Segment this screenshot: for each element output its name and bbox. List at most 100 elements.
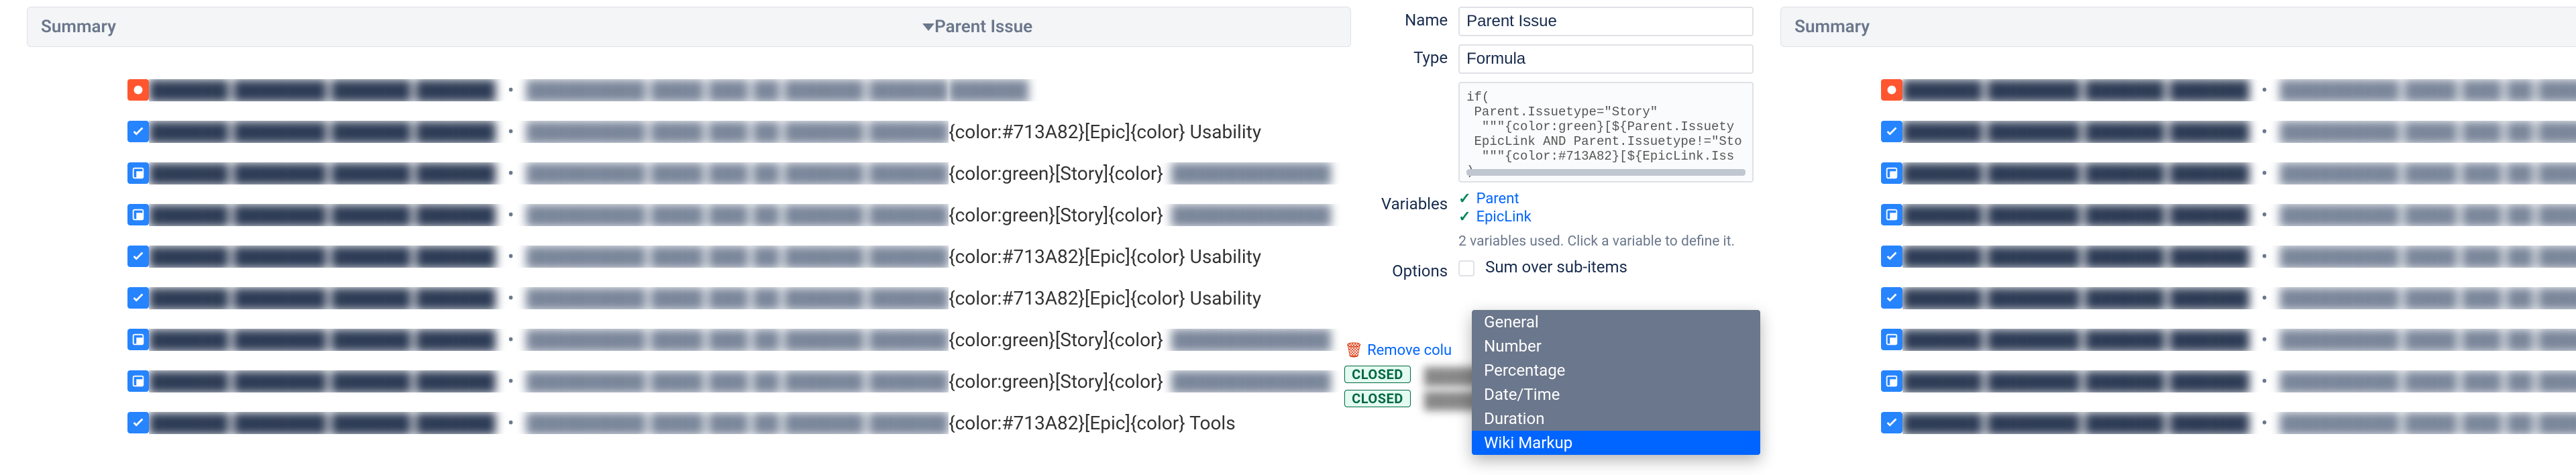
dropdown-option[interactable]: Date/Time — [1472, 382, 1760, 407]
table-row[interactable]: ██████ ███████ ██████ ██████•█████████ █… — [127, 407, 1351, 439]
options-label: Options — [1378, 258, 1458, 280]
task-icon — [127, 287, 149, 309]
variables-label: Variables — [1378, 191, 1458, 213]
sub-icon — [127, 204, 149, 225]
issue-link[interactable]: ██████ ███████ ██████ ██████ — [149, 329, 496, 351]
table-row[interactable]: ██████ ███████ ██████ ██████•█████████ █… — [1881, 323, 2576, 356]
issue-link[interactable]: ██████ ███████ ██████ ██████ — [1902, 412, 2249, 434]
issue-link[interactable]: ██████ ███████ ██████ ██████ — [1902, 329, 2249, 351]
parent-value: {color:green}[Story]{color} — [949, 204, 1163, 226]
formula-editor[interactable]: if( Parent.Issuetype="Story" """{color:g… — [1458, 82, 1754, 182]
check-icon: ✓ — [1458, 191, 1470, 207]
header-parent[interactable]: Parent Issue — [934, 17, 1337, 37]
parent-value: {color:green}[Story]{color} — [949, 162, 1163, 184]
issue-title: █████████ ████ ███ ██ ██████ ██████ — [2279, 162, 2576, 184]
dropdown-option[interactable]: Number — [1472, 334, 1760, 358]
issue-link[interactable]: ██████ ███████ ██████ ██████ — [149, 162, 496, 184]
table-row[interactable]: ██████ ███████ ██████ ██████•█████████ █… — [1881, 407, 2576, 439]
issue-link[interactable]: ██████ ███████ ██████ ██████ — [149, 204, 496, 226]
check-icon: ✓ — [1458, 209, 1470, 225]
table-header: Summary Parent Issue — [1780, 7, 2576, 47]
format-dropdown[interactable]: GeneralNumberPercentageDate/TimeDuration… — [1472, 310, 1760, 455]
dropdown-option[interactable]: Percentage — [1472, 358, 1760, 382]
table-row[interactable]: ██████ ███████ ██████ ██████•█████████ █… — [127, 74, 1351, 106]
header-summary[interactable]: Summary — [41, 17, 934, 37]
sub-icon — [1881, 329, 1902, 350]
task-icon — [1881, 287, 1902, 309]
table-row[interactable]: ██████ ███████ ██████ ██████•█████████ █… — [127, 199, 1351, 231]
dropdown-option[interactable]: Wiki Markup — [1472, 431, 1760, 455]
issue-link[interactable]: ██████ ███████ ██████ ██████ — [1902, 370, 2249, 392]
sub-icon — [127, 370, 149, 392]
issue-title: █████████ ████ ███ ██ ██████ ██████ — [526, 370, 949, 392]
dropdown-option[interactable]: General — [1472, 310, 1760, 334]
issue-title: █████████ ████ ███ ██ ██████ ██████ — [2279, 329, 2576, 351]
issue-link[interactable]: ██████ ███████ ██████ ██████ — [149, 412, 496, 434]
sub-icon — [1881, 162, 1902, 184]
issue-title: █████████ ████ ███ ██ ██████ ██████ — [2279, 287, 2576, 309]
sum-checkbox-row[interactable]: Sum over sub-items — [1458, 258, 1754, 276]
name-label: Name — [1378, 7, 1458, 30]
issue-title: █████████ ████ ███ ██ ██████ ██████ — [526, 204, 949, 226]
table-row[interactable]: ██████ ███████ ██████ ██████•█████████ █… — [127, 157, 1351, 189]
task-icon — [1881, 412, 1902, 433]
issue-link[interactable]: ██████ ███████ ██████ ██████ — [1902, 287, 2249, 309]
issue-title: █████████ ████ ███ ██ ██████ ██████ — [2279, 246, 2576, 268]
table-row[interactable]: ██████ ███████ ██████ ██████•█████████ █… — [127, 365, 1351, 397]
issue-link[interactable]: ██████ ███████ ██████ ██████ — [1902, 121, 2249, 143]
type-label: Type — [1378, 44, 1458, 67]
issue-title: █████████ ████ ███ ██ ██████ ██████ — [526, 412, 949, 434]
issue-link[interactable]: ██████ ███████ ██████ ██████ — [149, 79, 496, 101]
variables-hint: 2 variables used. Click a variable to de… — [1458, 233, 1754, 250]
table-row[interactable]: ██████ ███████ ██████ ██████•█████████ █… — [1881, 365, 2576, 397]
table-row[interactable]: ██████ ███████ ██████ ██████•█████████ █… — [1881, 115, 2576, 148]
table-row[interactable]: ██████ ███████ ██████ ██████•█████████ █… — [127, 323, 1351, 356]
issue-link[interactable]: ██████ ███████ ██████ ██████ — [1902, 246, 2249, 268]
variable-item[interactable]: ✓Parent — [1458, 191, 1754, 207]
bug-icon — [1881, 79, 1902, 101]
sub-icon — [1881, 204, 1902, 225]
issue-title: █████████ ████ ███ ██ ██████ ██████ — [2279, 121, 2576, 143]
status-badge: CLOSED — [1344, 366, 1411, 383]
table-left: Summary Parent Issue ██████ ███████ ████… — [27, 7, 1351, 468]
table-row[interactable]: ██████ ███████ ██████ ██████•█████████ █… — [1881, 157, 2576, 189]
table-row[interactable]: ██████ ███████ ██████ ██████•█████████ █… — [1881, 240, 2576, 272]
table-row[interactable]: ██████ ███████ ██████ ██████•█████████ █… — [127, 240, 1351, 272]
issue-link[interactable]: ██████ ███████ ██████ ██████ — [149, 287, 496, 309]
table-right: Summary Parent Issue ██████ ███████ ████… — [1780, 7, 2576, 468]
parent-value: {color:#713A82}[Epic]{color} Usability — [949, 246, 1261, 268]
table-row[interactable]: ██████ ███████ ██████ ██████•█████████ █… — [1881, 199, 2576, 231]
table-row[interactable]: ██████ ███████ ██████ ██████•█████████ █… — [1881, 74, 2576, 106]
issue-link[interactable]: ██████ ███████ ██████ ██████ — [149, 246, 496, 268]
issue-link[interactable]: ██████ ███████ ██████ ██████ — [149, 370, 496, 392]
table-row[interactable]: ██████ ███████ ██████ ██████•█████████ █… — [127, 282, 1351, 314]
task-icon — [1881, 246, 1902, 267]
name-input[interactable] — [1458, 7, 1754, 36]
issue-title: █████████ ████ ███ ██ ██████ ██████ — [2279, 370, 2576, 392]
parent-value: {color:#713A82}[Epic]{color} Tools — [949, 412, 1236, 434]
issue-link[interactable]: ██████ ███████ ██████ ██████ — [149, 121, 496, 143]
header-summary[interactable]: Summary — [1794, 17, 2576, 37]
issue-title: █████████ ████ ███ ██ ██████ ██████ — [526, 246, 949, 268]
task-icon — [127, 412, 149, 433]
issue-link[interactable]: ██████ ███████ ██████ ██████ — [1902, 79, 2249, 101]
task-icon — [1881, 121, 1902, 142]
parent-value: {color:#713A82}[Epic]{color} Usability — [949, 287, 1261, 309]
issue-title: █████████ ████ ███ ██ ██████ ██████ — [2279, 79, 2576, 101]
issue-link[interactable]: ██████ ███████ ██████ ██████ — [1902, 204, 2249, 226]
parent-value: {color:#713A82}[Epic]{color} Usability — [949, 121, 1261, 143]
variable-item[interactable]: ✓EpicLink — [1458, 209, 1754, 225]
dropdown-option[interactable]: Duration — [1472, 407, 1760, 431]
sub-icon — [127, 162, 149, 184]
chevron-down-icon — [922, 23, 934, 31]
table-row[interactable]: ██████ ███████ ██████ ██████•█████████ █… — [1881, 282, 2576, 314]
sub-icon — [127, 329, 149, 350]
sub-icon — [1881, 370, 1902, 392]
task-icon — [127, 246, 149, 267]
table-row[interactable]: ██████ ███████ ██████ ██████•█████████ █… — [127, 115, 1351, 148]
sum-checkbox[interactable] — [1458, 260, 1474, 276]
issue-link[interactable]: ██████ ███████ ██████ ██████ — [1902, 162, 2249, 184]
issue-title: █████████ ████ ███ ██ ██████ ██████ — [526, 329, 949, 351]
type-select[interactable] — [1458, 44, 1754, 74]
issue-title: █████████ ████ ███ ██ ██████ ██████ — [526, 287, 949, 309]
